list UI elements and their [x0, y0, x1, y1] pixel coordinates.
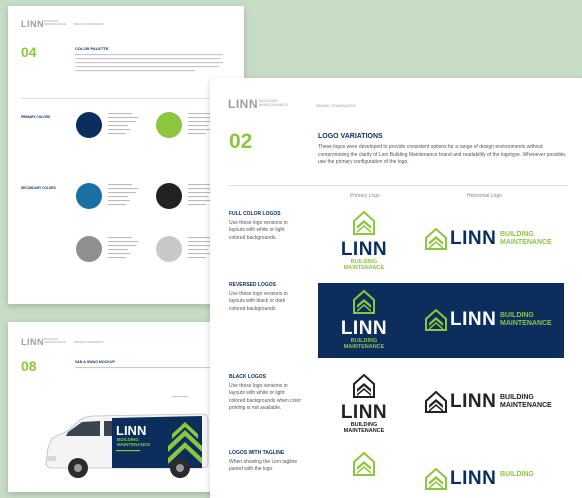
section-divider [228, 185, 568, 186]
header-logo-sub: BUILDING MAINTENANCE [44, 19, 66, 27]
header-logo-sub: BUILDING MAINTENANCE [259, 98, 289, 108]
section-title: COLOR PALETTE [75, 46, 109, 51]
swatch-green [156, 112, 182, 138]
swatch-info-blue [108, 184, 138, 206]
logo-wordmark: LINN [450, 391, 497, 412]
logo-wordmark: LINN [340, 239, 388, 260]
column-header-horizontal: Horizontal Logo [467, 193, 503, 199]
house-chevron-logo-icon [425, 228, 447, 250]
row-desc-reversed: Use these logo versions in layouts with … [229, 291, 288, 312]
header-logo-wordmark: LINN [21, 337, 44, 347]
section-description: These logos were developed to provide co… [318, 144, 567, 165]
header-sub-line2: MAINTENANCE [44, 22, 66, 27]
row-title-full-color: FULL COLOR LOGOS [229, 211, 281, 217]
column-header-primary: Primary Logo [350, 193, 380, 199]
section-title: LOGO VARIATIONS [318, 133, 383, 140]
header-logo-wordmark: LINN [228, 97, 258, 111]
primary-logo-full-color: LINN BUILDING MAINTENANCE [337, 210, 391, 271]
house-chevron-logo-icon [425, 309, 447, 331]
header-standards: BRAND STANDARDS [316, 103, 356, 108]
horizontal-logo-tagline: LINN BUILDING [425, 466, 555, 492]
primary-logo-reversed: LINN BUILDING MAINTENANCE [337, 289, 391, 350]
logo-wordmark: LINN [340, 318, 388, 339]
van-phone-line [116, 450, 140, 452]
swatch-light-gray [156, 236, 182, 262]
logo-sub2: MAINTENANCE [500, 239, 552, 246]
row-desc-full-color: Use these logo versions in layouts with … [229, 220, 288, 241]
house-chevron-logo-icon [353, 373, 375, 398]
house-chevron-logo-icon [353, 289, 375, 314]
logo-wordmark: LINN [340, 402, 388, 423]
logo-sub2: MAINTENANCE [343, 428, 385, 434]
logo-wordmark: LINN [450, 468, 497, 489]
house-chevron-logo-icon [425, 391, 447, 413]
van-sub-line2: MAINTENANCE [117, 442, 151, 447]
color-palette-page: LINN BUILDING MAINTENANCE BRAND STANDARDS… [8, 6, 244, 304]
horizontal-logo-reversed: LINN BUILDING MAINTENANCE [425, 307, 555, 333]
logo-sub2: MAINTENANCE [500, 320, 552, 327]
swatch-gray [76, 236, 102, 262]
header-logo-wordmark: LINN [21, 19, 44, 29]
swatch-info-gray [108, 237, 138, 259]
secondary-colors-label: SECONDARY COLORS [21, 186, 56, 190]
section-number: 02 [229, 130, 253, 153]
horizontal-logo-black: LINN BUILDING MAINTENANCE [425, 389, 555, 415]
house-chevron-logo-icon [353, 451, 375, 476]
swatch-black [156, 183, 182, 209]
logo-variations-page: LINN BUILDING MAINTENANCE BRAND STANDARDS… [210, 78, 582, 498]
logo-sub1: BUILDING [500, 394, 534, 401]
section-number: 04 [21, 44, 37, 60]
row-desc-black: Use these logo versions in layouts with … [229, 383, 301, 411]
logo-sub1: BUILDING [500, 471, 534, 478]
section-divider [21, 98, 231, 99]
row-title-tagline: LOGOS WITH TAGLINE [229, 450, 285, 456]
header-standards: BRAND STANDARDS [74, 340, 104, 344]
logo-sub2: MAINTENANCE [343, 265, 385, 271]
header-sub-line2: MAINTENANCE [259, 102, 289, 108]
logo-sub2: MAINTENANCE [343, 344, 385, 350]
logo-sub2: MAINTENANCE [500, 402, 552, 409]
row-desc-tagline: When showing the Linn tagline paired wit… [229, 459, 298, 473]
van-mockup-page: LINN BUILDING MAINTENANCE BRAND STANDARDS… [8, 322, 244, 492]
header-standards: BRAND STANDARDS [74, 22, 104, 26]
logo-sub1: BUILDING [500, 231, 534, 238]
section-number: 08 [21, 358, 37, 374]
primary-colors-label: PRIMARY COLORS [21, 115, 51, 119]
body-text-lines [75, 367, 221, 369]
row-title-black: BLACK LOGOS [229, 374, 266, 380]
primary-logo-tagline [337, 451, 391, 481]
horizontal-logo-full-color: LINN BUILDING MAINTENANCE [425, 226, 555, 252]
logo-wordmark: LINN [450, 228, 497, 249]
header-sub-line2: MAINTENANCE [44, 340, 66, 345]
header-logo-sub: BUILDING MAINTENANCE [44, 337, 66, 345]
house-chevron-logo-icon [353, 210, 375, 235]
body-text-lines [75, 54, 223, 72]
van-brand-wordmark: LINN [116, 423, 147, 438]
house-chevron-logo-icon [425, 468, 447, 490]
section-title: VAN & SWAG MOCKUP [75, 360, 115, 364]
row-title-reversed: REVERSED LOGOS [229, 282, 276, 288]
primary-logo-black: LINN BUILDING MAINTENANCE [337, 373, 391, 434]
logo-wordmark: LINN [450, 309, 497, 330]
swatch-navy [76, 112, 102, 138]
swatch-info-navy [108, 113, 138, 135]
van-brand-sub: BUILDING MAINTENANCE [117, 437, 150, 447]
swatch-blue [76, 183, 102, 209]
logo-sub1: BUILDING [500, 312, 534, 319]
